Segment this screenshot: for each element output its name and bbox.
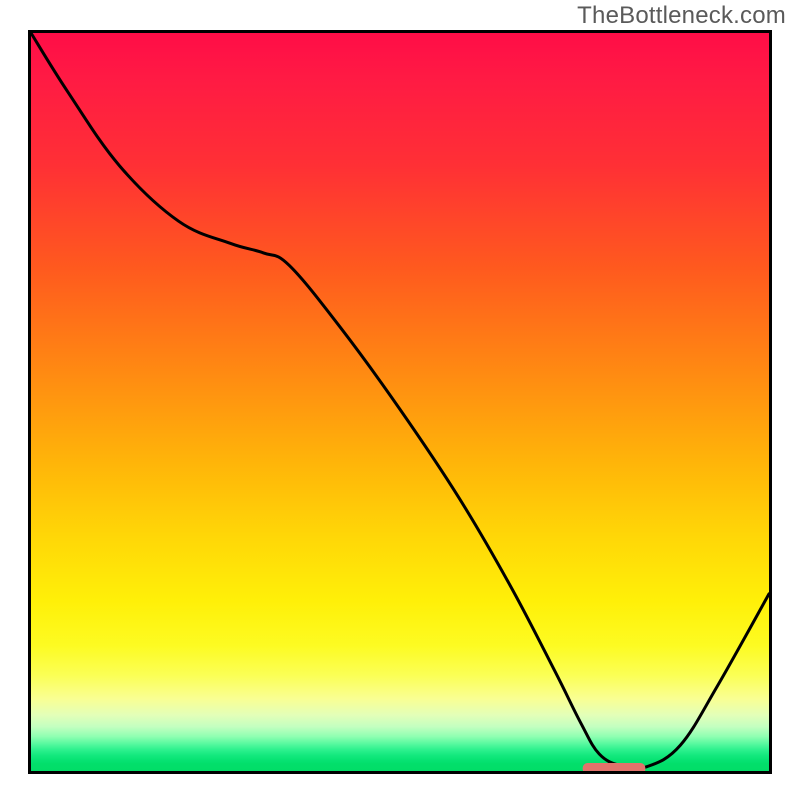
chart-container: TheBottleneck.com — [0, 0, 800, 800]
plot-area — [28, 30, 772, 774]
optimum-marker — [583, 763, 646, 774]
bottleneck-curve — [31, 33, 769, 769]
curve-layer — [28, 30, 772, 774]
watermark-text: TheBottleneck.com — [577, 2, 786, 30]
